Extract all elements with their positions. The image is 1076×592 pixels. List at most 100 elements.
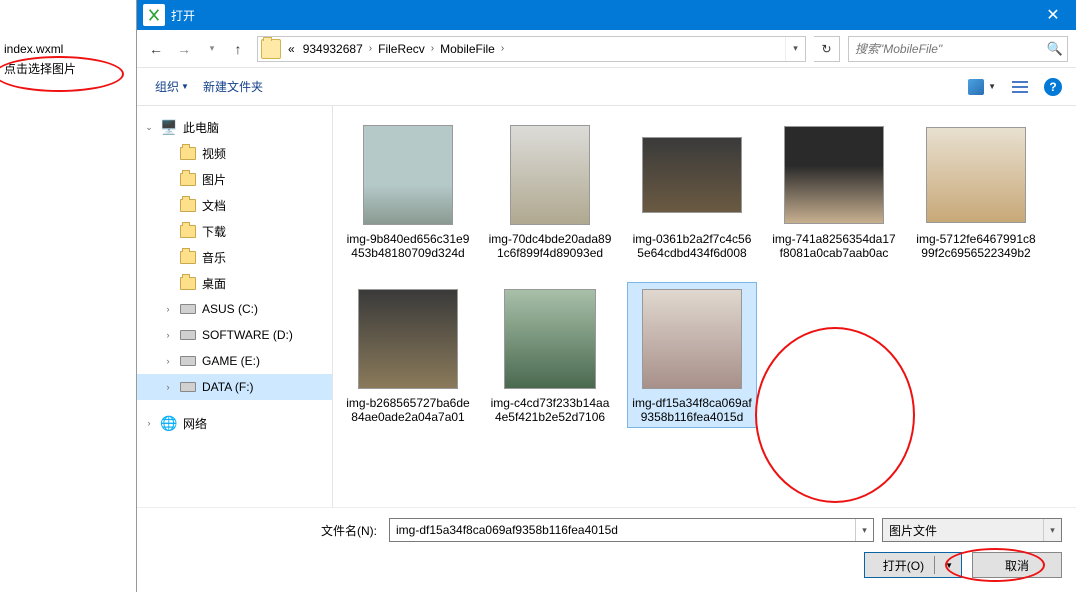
address-dropdown[interactable]: ▾ [785, 37, 805, 61]
dialog-title: 打开 [171, 7, 1030, 24]
up-button[interactable]: ↑ [227, 38, 249, 60]
nav-history: ← → ▾ [145, 38, 223, 60]
tree-item[interactable]: › GAME (E:) [137, 348, 332, 374]
file-thumbnail [497, 122, 603, 228]
help-icon[interactable]: ? [1044, 78, 1062, 96]
titlebar: 打开 ✕ [137, 0, 1076, 30]
file-item[interactable]: img-0361b2a2f7c4c565e64cdbd434​f6d008 [627, 118, 757, 264]
open-button[interactable]: 打开(O) ▼ [864, 552, 962, 578]
tree-item[interactable]: › ASUS (C:) [137, 296, 332, 322]
cancel-button[interactable]: 取消 [972, 552, 1062, 578]
expand-icon[interactable]: › [143, 418, 155, 428]
search-icon[interactable]: 🔍 [1043, 41, 1067, 57]
file-thumbnail [497, 286, 603, 392]
tree-item[interactable]: 视频 [137, 140, 332, 166]
crumb-2[interactable]: FileRecv [374, 42, 429, 56]
folder-icon [180, 277, 196, 290]
filter-label: 图片文件 [883, 522, 1043, 539]
tree-item[interactable]: 下载 [137, 218, 332, 244]
close-button[interactable]: ✕ [1030, 0, 1076, 30]
tree-item[interactable]: 图片 [137, 166, 332, 192]
drive-icon [180, 304, 196, 314]
search-box[interactable]: 🔍 [848, 36, 1068, 62]
breadcrumbs: « 934932687 › FileRecv › MobileFile › [284, 42, 785, 56]
file-name: img-df15a34f8ca069af9358b116fea4015d [630, 396, 754, 424]
crumb-3[interactable]: MobileFile [436, 42, 499, 56]
collapse-icon[interactable]: ⌄ [143, 122, 155, 133]
tree-label: GAME (E:) [202, 354, 260, 368]
tree-item[interactable]: › DATA (F:) [137, 374, 332, 400]
expand-icon[interactable]: › [162, 382, 174, 392]
expand-icon[interactable]: › [162, 356, 174, 366]
tree-item[interactable]: 音乐 [137, 244, 332, 270]
recent-dropdown[interactable]: ▾ [201, 38, 223, 60]
file-item[interactable]: img-741a825635​4da17f8081a0cab7​aab0ac [769, 118, 899, 264]
file-thumbnail [355, 286, 461, 392]
forward-button[interactable]: → [173, 38, 195, 60]
view-menu[interactable]: ▼ [968, 79, 996, 95]
file-area[interactable]: img-9b840ed656c31e9453b4818070​9d324d img… [333, 106, 1076, 534]
tree-label: ASUS (C:) [202, 302, 258, 316]
bg-filename: index.wxml [0, 40, 140, 58]
filter-dropdown-icon: ▾ [1043, 519, 1061, 541]
tree-item[interactable]: 桌面 [137, 270, 332, 296]
file-thumbnail [781, 122, 887, 228]
chevron-right-icon: › [499, 43, 506, 54]
tree-label: 图片 [202, 171, 226, 188]
file-item[interactable]: img-df15a34f8ca069af9358b116fea4015d [627, 282, 757, 428]
background-app: index.wxml 点击选择图片 [0, 40, 140, 79]
file-item[interactable]: img-5712fe6467991c899f2c6956522​349b2 [911, 118, 1041, 264]
drive-icon [180, 330, 196, 340]
open-split-dropdown[interactable]: ▼ [945, 561, 953, 570]
filename-input[interactable] [390, 519, 855, 541]
drive-icon [180, 382, 196, 392]
tree-label: 文档 [202, 197, 226, 214]
folder-icon [180, 251, 196, 264]
filename-label: 文件名(N): [151, 522, 381, 539]
organize-menu[interactable]: 组织 ▼ [151, 76, 193, 97]
filename-field[interactable]: ▾ [389, 518, 874, 542]
search-input[interactable] [849, 42, 1043, 56]
open-file-dialog: 打开 ✕ ← → ▾ ↑ « 934932687 › FileRecv › Mo… [136, 0, 1076, 592]
back-button[interactable]: ← [145, 38, 167, 60]
tree-item[interactable]: 文档 [137, 192, 332, 218]
file-item[interactable]: img-70dc4bde20ada891c6f899f4d8​9093ed [485, 118, 615, 264]
filename-dropdown[interactable]: ▾ [855, 519, 873, 541]
folder-icon [180, 225, 196, 238]
filetype-filter[interactable]: 图片文件 ▾ [882, 518, 1062, 542]
tree-label: 音乐 [202, 249, 226, 266]
crumb-1[interactable]: 934932687 [299, 42, 367, 56]
network-icon: 🌐 [160, 414, 178, 432]
crumb-overflow[interactable]: « [284, 42, 299, 56]
file-name: img-9b840ed656c31e9453b4818070​9d324d [346, 232, 470, 260]
navigation-pane: ⌄ 🖥️ 此电脑 视频图片文档下载音乐桌面 › ASUS (C:) › SOFTWARE… [137, 106, 333, 534]
file-item[interactable]: img-9b840ed656c31e9453b4818070​9d324d [343, 118, 473, 264]
folder-icon [180, 147, 196, 160]
file-thumbnail [639, 286, 745, 392]
toolbar: 组织 ▼ 新建文件夹 ▼ ? [137, 68, 1076, 106]
refresh-button[interactable]: ↻ [814, 36, 840, 62]
file-thumbnail [923, 122, 1029, 228]
nav-row: ← → ▾ ↑ « 934932687 › FileRecv › MobileF… [137, 30, 1076, 68]
bg-choose-image[interactable]: 点击选择图片 [0, 58, 140, 79]
new-folder-button[interactable]: 新建文件夹 [199, 76, 267, 97]
folder-icon [180, 199, 196, 212]
file-name: img-741a825635​4da17f8081a0cab7​aab0ac [772, 232, 896, 260]
details-view-icon[interactable] [1012, 79, 1028, 95]
address-bar[interactable]: « 934932687 › FileRecv › MobileFile › ▾ [257, 36, 806, 62]
thumbnails-icon [968, 79, 984, 95]
expand-icon[interactable]: › [162, 304, 174, 314]
file-name: img-0361b2a2f7c4c565e64cdbd434​f6d008 [630, 232, 754, 260]
tree-label: DATA (F:) [202, 380, 254, 394]
tree-label: 下载 [202, 223, 226, 240]
tree-this-pc[interactable]: ⌄ 🖥️ 此电脑 [137, 114, 332, 140]
tree-label: 视频 [202, 145, 226, 162]
tree-item[interactable]: › SOFTWARE (D:) [137, 322, 332, 348]
expand-icon[interactable]: › [162, 330, 174, 340]
file-item[interactable]: img-b268565727ba6de84ae0ade2a0​4a7a01 [343, 282, 473, 428]
tree-label: SOFTWARE (D:) [202, 328, 293, 342]
tree-network[interactable]: › 🌐 网络 [137, 410, 332, 436]
file-name: img-c4cd73f23​3b14aa4e5f421b2e5​2d7106 [488, 396, 612, 424]
file-name: img-b268565727ba6de84ae0ade2a0​4a7a01 [346, 396, 470, 424]
file-item[interactable]: img-c4cd73f23​3b14aa4e5f421b2e5​2d7106 [485, 282, 615, 428]
